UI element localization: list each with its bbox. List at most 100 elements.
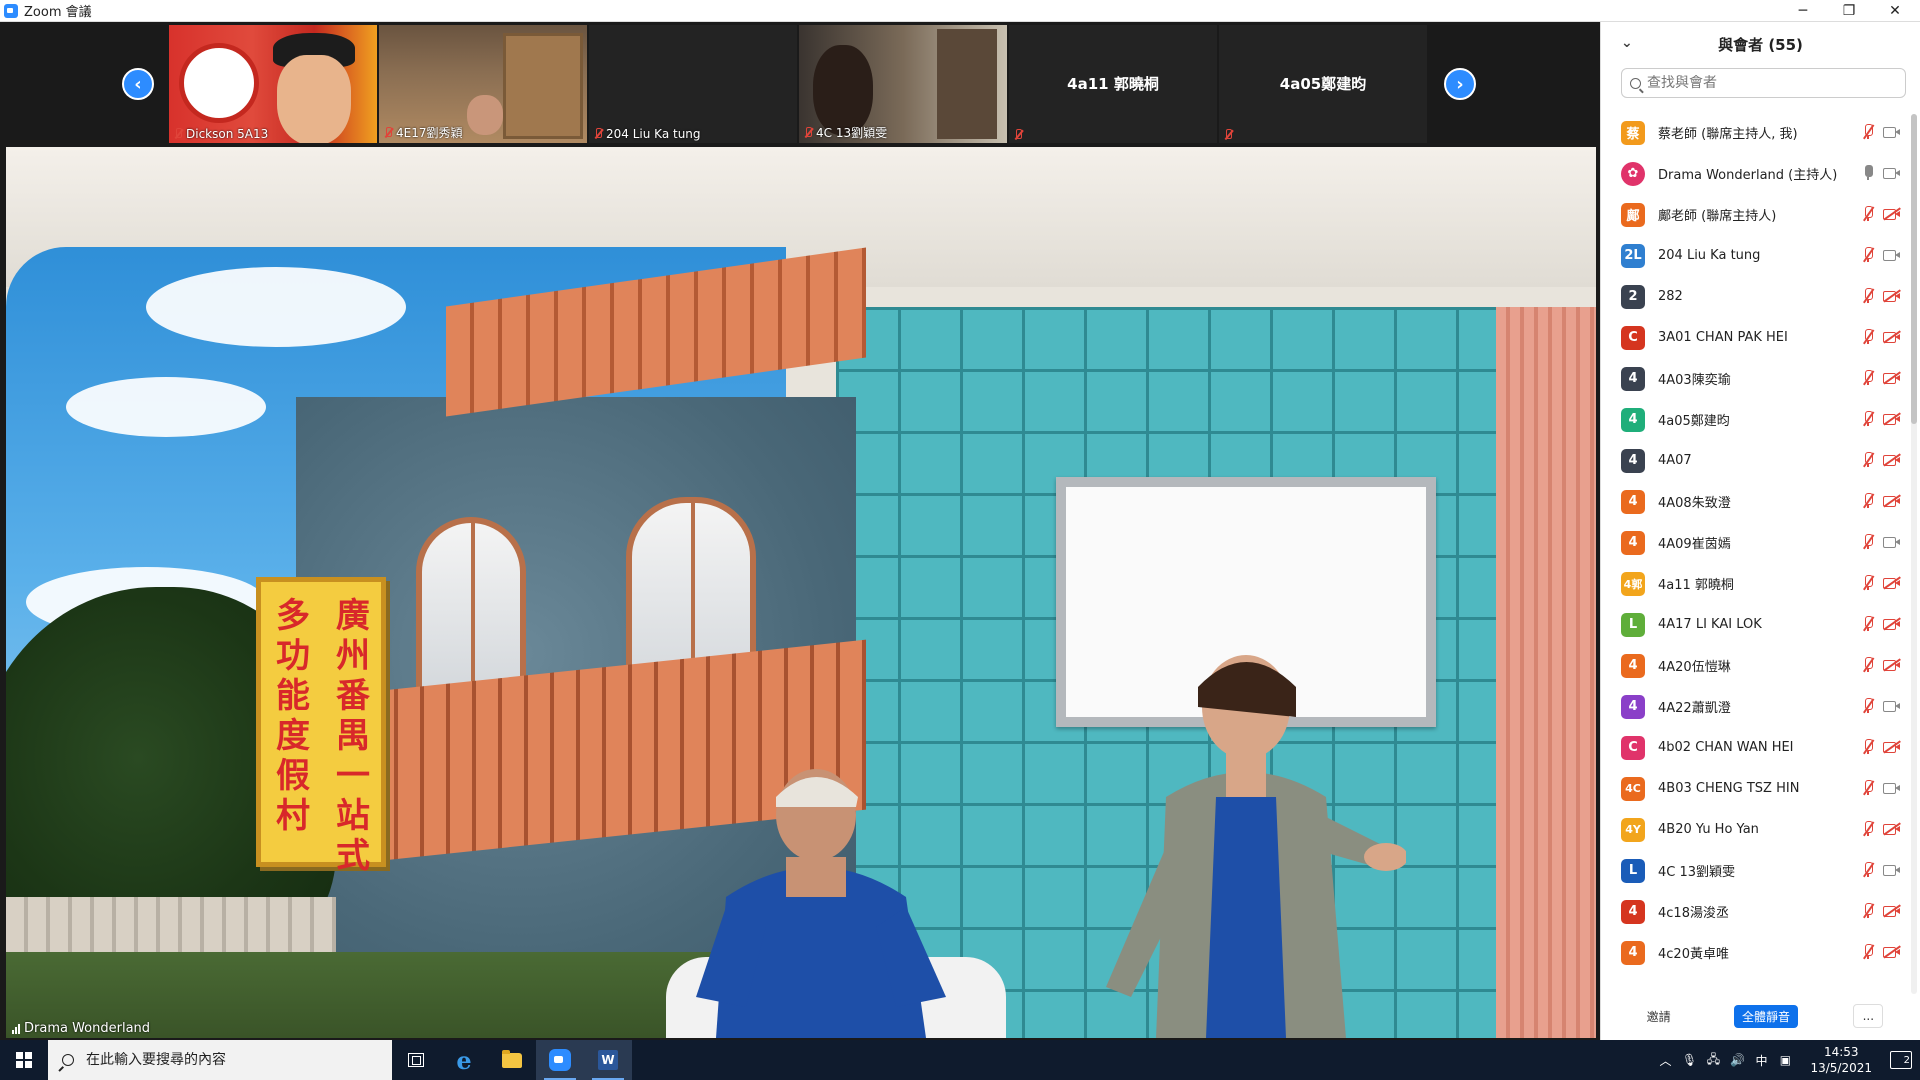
participant-row[interactable]: 蔡蔡老師 (聯席主持人, 我): [1601, 112, 1905, 153]
close-button[interactable]: ✕: [1872, 0, 1918, 22]
mute-all-button[interactable]: 全體靜音: [1733, 1004, 1798, 1028]
participant-row[interactable]: 鄺鄺老師 (聯席主持人): [1601, 194, 1905, 235]
camera-off-icon[interactable]: [1883, 412, 1901, 426]
mic-muted-icon[interactable]: [1861, 493, 1875, 509]
participant-row[interactable]: 4 4A20伍愷琳: [1601, 645, 1905, 686]
camera-off-icon[interactable]: [1883, 617, 1901, 631]
mic-muted-icon[interactable]: [1861, 821, 1875, 837]
participant-search-input[interactable]: [1647, 75, 1887, 91]
participant-row[interactable]: 4郭 4a11 郭曉桐: [1601, 563, 1905, 604]
camera-off-icon[interactable]: [1883, 945, 1901, 959]
camera-icon[interactable]: [1883, 125, 1901, 139]
camera-icon[interactable]: [1883, 781, 1901, 795]
video-thumbnail[interactable]: 4a05鄭建昀: [1219, 25, 1427, 143]
participant-row[interactable]: 4 4c18湯浚丞: [1601, 891, 1905, 932]
mic-muted-icon[interactable]: [1861, 206, 1875, 222]
camera-off-icon[interactable]: [1883, 289, 1901, 303]
taskbar-edge[interactable]: e: [440, 1040, 488, 1080]
start-button[interactable]: [0, 1040, 48, 1080]
microphone-icon[interactable]: 🎙: [1682, 1053, 1697, 1067]
participant-row[interactable]: 4 4A09崔茵嫣: [1601, 522, 1905, 563]
mic-muted-icon[interactable]: [1861, 780, 1875, 796]
camera-off-icon[interactable]: [1883, 576, 1901, 590]
mic-muted-icon[interactable]: [1861, 247, 1875, 263]
mic-muted-icon[interactable]: [1861, 903, 1875, 919]
task-view-button[interactable]: [392, 1040, 440, 1080]
participant-row[interactable]: ✿ Drama Wonderland (主持人): [1601, 153, 1905, 194]
participant-row[interactable]: 2L 204 Liu Ka tung: [1601, 235, 1905, 276]
taskbar-file-explorer[interactable]: [488, 1040, 536, 1080]
participant-row[interactable]: C 4b02 CHAN WAN HEI: [1601, 727, 1905, 768]
mic-muted-icon[interactable]: [1861, 534, 1875, 550]
mic-muted-icon[interactable]: [1861, 288, 1875, 304]
participant-row[interactable]: 4 4A03陳奕瑜: [1601, 358, 1905, 399]
participant-row[interactable]: L 4A17 LI KAI LOK: [1601, 604, 1905, 645]
camera-icon[interactable]: [1883, 535, 1901, 549]
minimize-button[interactable]: ─: [1780, 0, 1826, 22]
mic-icon[interactable]: [1861, 165, 1875, 181]
participant-row[interactable]: 4 4A08朱致澄: [1601, 481, 1905, 522]
camera-off-icon[interactable]: [1883, 658, 1901, 672]
participant-name: 4a11 郭曉桐: [1658, 578, 1734, 593]
windows-logo-icon: [16, 1052, 32, 1068]
camera-icon[interactable]: [1883, 248, 1901, 262]
ime-indicator[interactable]: 中: [1754, 1053, 1768, 1068]
invite-button[interactable]: 邀請: [1638, 1003, 1679, 1029]
mic-muted-icon[interactable]: [1861, 411, 1875, 427]
next-page-button[interactable]: ›: [1444, 68, 1476, 100]
camera-off-icon[interactable]: [1883, 453, 1901, 467]
participant-search[interactable]: [1621, 68, 1906, 98]
taskbar-zoom[interactable]: [536, 1040, 584, 1080]
participant-row[interactable]: 2 282: [1601, 276, 1905, 317]
participant-row[interactable]: 4Y 4B20 Yu Ho Yan: [1601, 809, 1905, 850]
camera-off-icon[interactable]: [1883, 822, 1901, 836]
camera-off-icon[interactable]: [1883, 371, 1901, 385]
mic-muted-icon[interactable]: [1861, 124, 1875, 140]
mic-muted-icon[interactable]: [1861, 944, 1875, 960]
participant-row[interactable]: 4 4a05鄭建昀: [1601, 399, 1905, 440]
mic-muted-icon[interactable]: [1861, 329, 1875, 345]
clock[interactable]: 14:53 13/5/2021: [1810, 1044, 1872, 1076]
mic-muted-icon[interactable]: [1861, 452, 1875, 468]
participant-row[interactable]: 4C 4B03 CHENG TSZ HIN: [1601, 768, 1905, 809]
mic-muted-icon[interactable]: [1861, 698, 1875, 714]
mic-muted-icon[interactable]: [1861, 575, 1875, 591]
scrollbar-thumb[interactable]: [1911, 114, 1917, 424]
camera-off-icon[interactable]: [1883, 330, 1901, 344]
camera-icon[interactable]: [1883, 166, 1901, 180]
participant-row[interactable]: C 3A01 CHAN PAK HEI: [1601, 317, 1905, 358]
participant-row[interactable]: L 4C 13劉穎雯: [1601, 850, 1905, 891]
camera-off-icon[interactable]: [1883, 904, 1901, 918]
input-mode-icon[interactable]: ▣: [1778, 1053, 1792, 1067]
volume-icon[interactable]: 🔊: [1730, 1053, 1745, 1067]
camera-icon[interactable]: [1883, 863, 1901, 877]
mic-muted-icon[interactable]: [1861, 739, 1875, 755]
video-thumbnail[interactable]: 4a11 郭曉桐: [1009, 25, 1217, 143]
video-thumbnail[interactable]: 204 Liu Ka tung: [589, 25, 797, 143]
tray-chevron-icon[interactable]: ︿: [1658, 1053, 1672, 1068]
camera-off-icon[interactable]: [1883, 494, 1901, 508]
video-thumbnail[interactable]: Dickson 5A13: [169, 25, 377, 143]
video-thumbnail[interactable]: 4C 13劉穎雯: [799, 25, 1007, 143]
mic-muted-icon[interactable]: [1861, 370, 1875, 386]
video-thumbnail[interactable]: 4E17劉秀穎: [379, 25, 587, 143]
participant-row[interactable]: 4 4A22蕭凱澄: [1601, 686, 1905, 727]
more-options-button[interactable]: ...: [1853, 1004, 1884, 1028]
taskbar-search-input[interactable]: [86, 1052, 366, 1068]
camera-off-icon[interactable]: [1883, 207, 1901, 221]
participant-row[interactable]: 4 4A07: [1601, 440, 1905, 481]
mic-muted-icon[interactable]: [1861, 657, 1875, 673]
notification-icon[interactable]: 2: [1890, 1051, 1912, 1069]
taskbar-search[interactable]: [48, 1040, 392, 1080]
taskbar-word[interactable]: W: [584, 1040, 632, 1080]
participant-row[interactable]: 4 4c20黃卓唯: [1601, 932, 1905, 973]
restore-button[interactable]: ❐: [1826, 0, 1872, 22]
network-icon[interactable]: 🖧: [1706, 1052, 1720, 1067]
mic-muted-icon[interactable]: [1861, 862, 1875, 878]
camera-off-icon[interactable]: [1883, 740, 1901, 754]
chevron-down-icon[interactable]: ⌄: [1621, 35, 1633, 51]
prev-page-button[interactable]: ‹: [122, 68, 154, 100]
mic-muted-icon[interactable]: [1861, 616, 1875, 632]
camera-icon[interactable]: [1883, 699, 1901, 713]
active-speaker-video[interactable]: 廣州番禺一站式 多功能度假村 Drama Wonderland: [6, 147, 1596, 1038]
